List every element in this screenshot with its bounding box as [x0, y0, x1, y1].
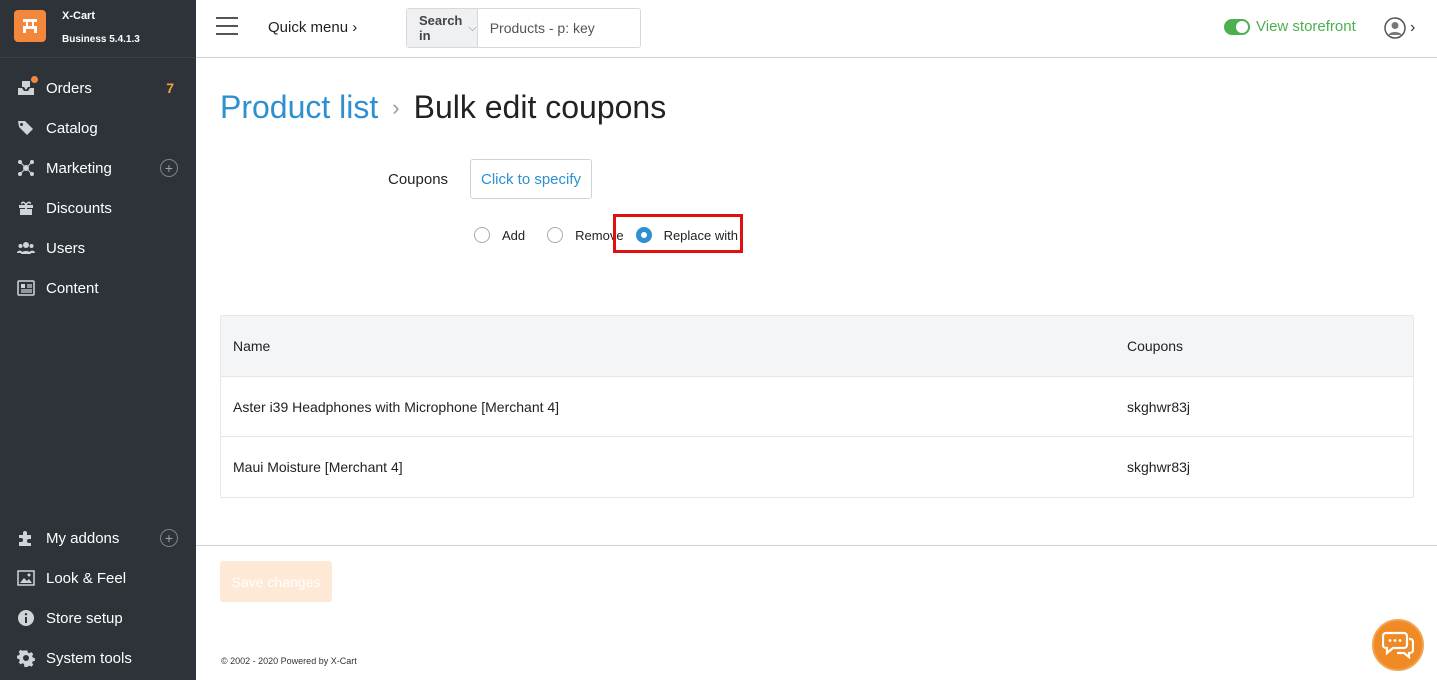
highlight-box — [613, 214, 743, 253]
save-changes-button[interactable]: Save changes — [220, 561, 332, 602]
sidebar-item-label: Catalog — [46, 119, 98, 137]
sidebar-item-content[interactable]: Content — [0, 268, 196, 308]
users-icon — [16, 238, 36, 258]
gear-icon — [16, 648, 36, 668]
toggle-switch-icon — [1224, 18, 1250, 35]
search-bar: Search in ⌵ — [406, 8, 671, 48]
sidebar-item-label: My addons — [46, 529, 120, 547]
radio-add[interactable] — [474, 227, 490, 243]
table-row: Maui Moisture [Merchant 4] skghwr83j — [221, 437, 1413, 497]
live-chat-button[interactable] — [1372, 619, 1424, 671]
brand-name: X-Cart — [62, 10, 96, 22]
sidebar-item-label: Store setup — [46, 609, 123, 627]
image-icon — [16, 568, 36, 588]
quick-menu-button[interactable]: Quick menu › — [268, 19, 357, 36]
sidebar-item-discounts[interactable]: Discounts — [0, 188, 196, 228]
top-header: Quick menu › Search in ⌵ View storefront… — [196, 0, 1437, 58]
plus-icon[interactable]: + — [160, 159, 178, 177]
page-title: Bulk edit coupons — [413, 89, 667, 125]
chevron-down-icon: ⌵ — [468, 21, 477, 34]
sidebar-nav: Orders 7 Catalog Marketing + Discounts U… — [0, 68, 196, 308]
coupons-cell: skghwr83j — [1127, 459, 1191, 475]
breadcrumb: Product list › Bulk edit coupons — [220, 89, 666, 126]
chevron-right-icon: › — [1410, 19, 1416, 36]
view-storefront-toggle[interactable]: View storefront — [1224, 18, 1356, 35]
main-content: Product list › Bulk edit coupons Coupons… — [196, 59, 1437, 680]
sidebar-item-system-tools[interactable]: System tools — [0, 638, 196, 678]
search-input[interactable] — [477, 9, 671, 47]
search-scope-label: Search in — [419, 13, 463, 43]
sidebar-item-label: System tools — [46, 649, 132, 667]
tag-icon — [16, 118, 36, 138]
radio-add-label[interactable]: Add — [502, 228, 525, 243]
products-table: Name Coupons Aster i39 Headphones with M… — [220, 315, 1414, 498]
sidebar-item-my-addons[interactable]: My addons + — [0, 518, 196, 558]
table-row: Aster i39 Headphones with Microphone [Me… — [221, 377, 1413, 437]
sidebar-item-store-setup[interactable]: Store setup — [0, 598, 196, 638]
orders-icon — [16, 76, 38, 98]
sidebar-item-label: Discounts — [46, 199, 112, 217]
brand-version: Business 5.4.1.3 — [62, 34, 140, 45]
copyright-text: © 2002 - 2020 Powered by X-Cart — [221, 656, 357, 666]
quick-menu-label: Quick menu — [268, 19, 349, 36]
user-avatar-icon — [1384, 17, 1406, 39]
info-icon — [16, 608, 36, 628]
chevron-right-icon: › — [352, 19, 358, 36]
user-menu[interactable]: › — [1384, 17, 1415, 39]
table-header: Name Coupons — [221, 316, 1413, 377]
product-name-cell: Maui Moisture [Merchant 4] — [233, 459, 403, 475]
sidebar-item-label: Users — [46, 239, 86, 257]
coupons-cell: skghwr83j — [1127, 398, 1191, 415]
sidebar-item-catalog[interactable]: Catalog — [0, 108, 196, 148]
sidebar-item-label: Marketing — [46, 159, 112, 177]
newspaper-icon — [16, 278, 36, 298]
search-scope-dropdown[interactable]: Search in ⌵ — [407, 9, 478, 47]
sidebar-item-label: Look & Feel — [46, 569, 127, 587]
click-to-specify-button[interactable]: Click to specify — [470, 159, 592, 199]
network-icon — [16, 158, 36, 178]
brand[interactable]: X-Cart Business 5.4.1.3 — [0, 0, 196, 58]
column-header-name: Name — [233, 338, 271, 354]
xcart-logo-icon — [14, 10, 46, 42]
column-header-coupons: Coupons — [1127, 338, 1184, 354]
footer-divider — [196, 545, 1437, 546]
view-storefront-label: View storefront — [1256, 18, 1356, 35]
sidebar-item-look-feel[interactable]: Look & Feel — [0, 558, 196, 598]
chat-bubbles-icon — [1382, 631, 1414, 659]
breadcrumb-product-list-link[interactable]: Product list — [220, 89, 378, 126]
sidebar-item-users[interactable]: Users — [0, 228, 196, 268]
sidebar-item-label: Orders — [46, 79, 92, 97]
chevron-right-icon: › — [392, 94, 400, 120]
gift-icon — [16, 198, 36, 218]
plus-icon[interactable]: + — [160, 529, 178, 547]
radio-remove[interactable] — [547, 227, 564, 243]
sidebar-bottom-nav: My addons + Look & Feel Store setup Syst… — [0, 518, 196, 678]
sidebar-item-label: Content — [46, 279, 99, 297]
product-name-cell: Aster i39 Headphones with Microphone [Me… — [233, 398, 560, 415]
sidebar: X-Cart Business 5.4.1.3 Orders 7 Catalog… — [0, 0, 196, 680]
notification-dot-icon — [31, 76, 38, 83]
sidebar-item-orders[interactable]: Orders 7 — [0, 68, 196, 108]
hamburger-menu-icon[interactable] — [216, 17, 238, 37]
sidebar-item-marketing[interactable]: Marketing + — [0, 148, 196, 188]
orders-count-badge: 7 — [166, 80, 174, 96]
coupons-field-label: Coupons — [388, 171, 449, 188]
puzzle-icon — [16, 528, 36, 548]
